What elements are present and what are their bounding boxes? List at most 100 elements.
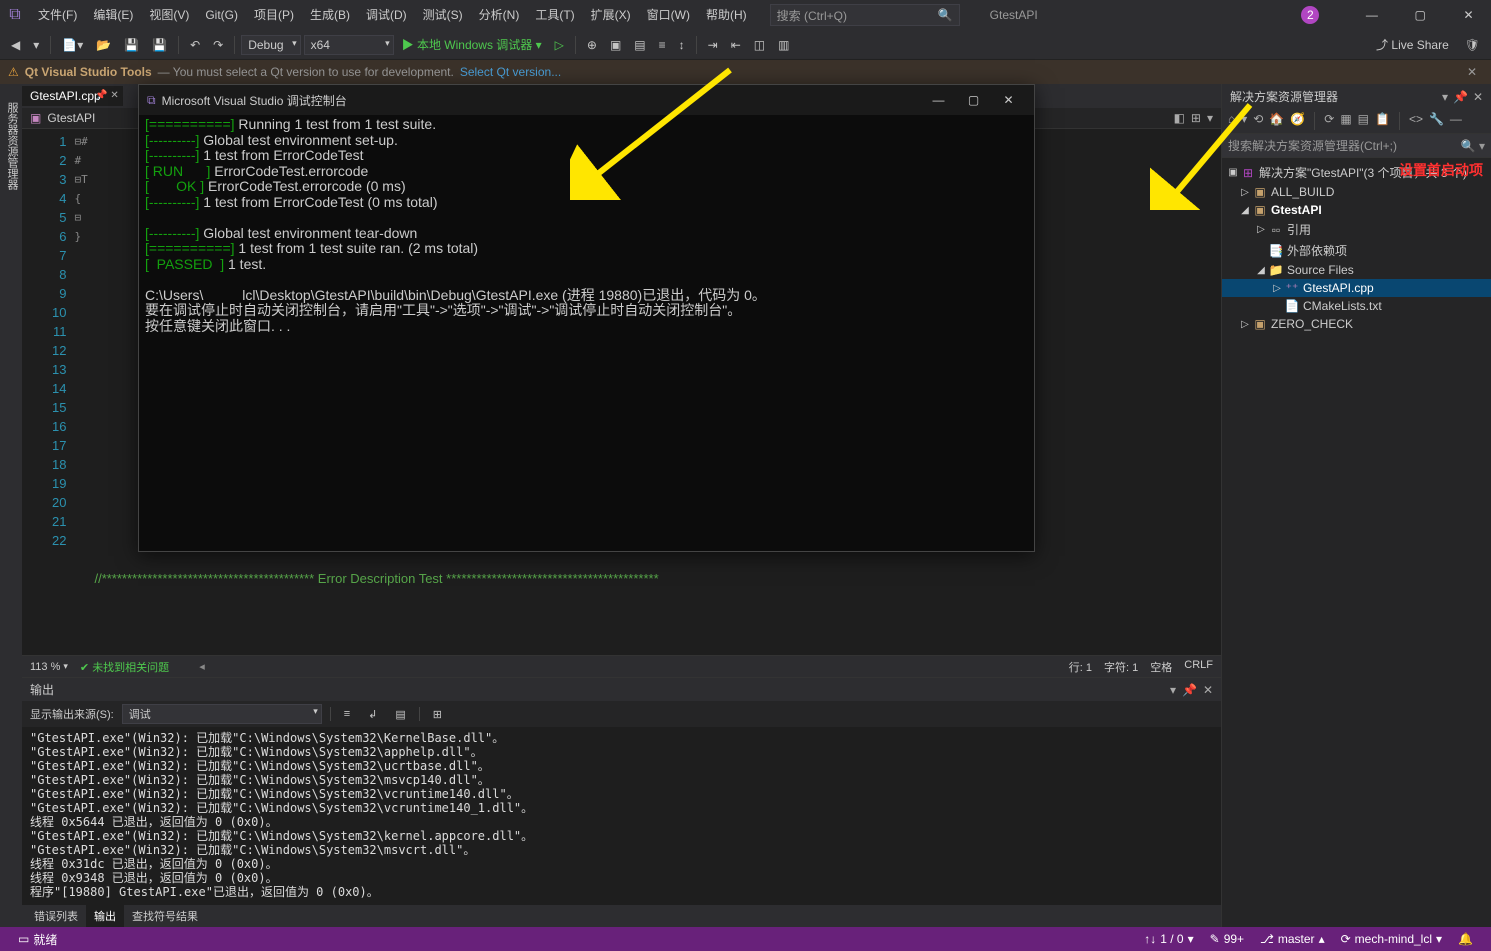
- menu-生成b[interactable]: 生成(B): [302, 0, 358, 30]
- sb-changes[interactable]: ✎ 99+: [1202, 932, 1252, 946]
- tree-references[interactable]: ▷▫▫ 引用: [1222, 219, 1491, 240]
- tb-icon-1[interactable]: ⊕: [582, 35, 602, 55]
- admin-icon[interactable]: 🛡: [1460, 35, 1485, 55]
- close-button[interactable]: ✕: [1446, 0, 1491, 30]
- solution-explorer-search[interactable]: 搜索解决方案资源管理器(Ctrl+;) 🔍 ▾: [1222, 134, 1491, 158]
- save-button[interactable]: 💾: [119, 35, 144, 55]
- tree-source-files[interactable]: ◢📁 Source Files: [1222, 261, 1491, 279]
- se-close-icon[interactable]: ✕: [1473, 90, 1483, 104]
- output-wrap-icon[interactable]: ↲: [363, 705, 382, 724]
- tab-errorlist[interactable]: 错误列表: [26, 905, 86, 927]
- console-maximize[interactable]: ▢: [956, 85, 991, 115]
- tree-project-allbuild[interactable]: ▷▣ ALL_BUILD: [1222, 183, 1491, 201]
- console-close[interactable]: ✕: [991, 85, 1026, 115]
- pin-icon[interactable]: 📌 ✕: [95, 90, 119, 101]
- se-code-icon[interactable]: <>: [1409, 112, 1423, 130]
- se-scope-icon[interactable]: 🏠: [1269, 112, 1284, 130]
- output-clear-icon[interactable]: ≡: [339, 705, 355, 723]
- se-more-icon[interactable]: —: [1450, 112, 1462, 130]
- no-issues-label[interactable]: ✔ 未找到相关问题: [80, 659, 169, 675]
- menu-文件f[interactable]: 文件(F): [30, 0, 85, 30]
- tb-icon-4[interactable]: ≡: [654, 35, 671, 55]
- qt-close-button[interactable]: ✕: [1461, 65, 1483, 79]
- se-filter-icon[interactable]: 🧭: [1290, 112, 1305, 130]
- tb-icon-6[interactable]: ⇥: [703, 35, 723, 55]
- output-save-icon[interactable]: ▤: [390, 705, 410, 724]
- toolbox-tab[interactable]: 工具箱: [0, 94, 2, 927]
- undo-button[interactable]: ↶: [185, 35, 205, 55]
- open-button[interactable]: 📂: [91, 35, 116, 55]
- menu-编辑e[interactable]: 编辑(E): [85, 0, 141, 30]
- nav-project[interactable]: GtestAPI: [47, 111, 95, 125]
- nav-fwd-button[interactable]: ▾: [28, 35, 44, 55]
- output-body[interactable]: "GtestAPI.exe"(Win32): 已加载"C:\Windows\Sy…: [22, 727, 1221, 905]
- output-dropdown-icon[interactable]: ▾: [1170, 683, 1176, 697]
- output-pin-icon[interactable]: 📌: [1182, 683, 1197, 697]
- menu-扩展x[interactable]: 扩展(X): [583, 0, 639, 30]
- tb-icon-8[interactable]: ◫: [749, 35, 770, 55]
- minimize-button[interactable]: —: [1349, 0, 1394, 30]
- menu-帮助h[interactable]: 帮助(H): [698, 0, 755, 30]
- menu-窗口w[interactable]: 窗口(W): [639, 0, 698, 30]
- search-placeholder: 搜索 (Ctrl+Q): [777, 7, 847, 24]
- tree-file-cmakelists[interactable]: 📄 CMakeLists.txt: [1222, 297, 1491, 315]
- menu-测试s[interactable]: 测试(S): [415, 0, 471, 30]
- console-titlebar[interactable]: ⧉ Microsoft Visual Studio 调试控制台 — ▢ ✕: [139, 85, 1034, 115]
- console-body[interactable]: [==========] Running 1 test from 1 test …: [139, 115, 1034, 551]
- se-sync-icon[interactable]: ⟳: [1324, 112, 1334, 130]
- sb-updown[interactable]: ↑↓ 1 / 0 ▾: [1136, 932, 1201, 946]
- console-minimize[interactable]: —: [921, 85, 956, 115]
- tb-icon-5[interactable]: ↕: [674, 35, 690, 55]
- doc-dropdown-icon[interactable]: ▾: [1207, 111, 1213, 125]
- tab-findsymbol[interactable]: 查找符号结果: [124, 905, 206, 927]
- tree-project-gtestapi[interactable]: ◢▣ GtestAPI: [1222, 201, 1491, 219]
- platform-dropdown[interactable]: x64: [304, 35, 394, 55]
- tree-file-gtestapi-cpp[interactable]: ▷⁺⁺ GtestAPI.cpp: [1222, 279, 1491, 297]
- tb-icon-7[interactable]: ⇤: [726, 35, 746, 55]
- menu-gitg[interactable]: Git(G): [197, 0, 246, 30]
- nav-back-button[interactable]: ◀: [6, 35, 25, 55]
- output-source-dropdown[interactable]: 调试: [122, 704, 322, 724]
- start-without-debug-button[interactable]: ▷: [550, 35, 569, 55]
- notification-badge[interactable]: 2: [1301, 6, 1319, 24]
- sb-user[interactable]: ⟳ mech-mind_lcl ▾: [1333, 932, 1450, 946]
- se-wrench-icon[interactable]: 🔧: [1429, 112, 1444, 130]
- save-all-button[interactable]: 💾: [147, 35, 172, 55]
- config-dropdown[interactable]: Debug: [241, 35, 300, 55]
- maximize-button[interactable]: ▢: [1398, 0, 1443, 30]
- menu-工具t[interactable]: 工具(T): [527, 0, 582, 30]
- sb-bell-icon[interactable]: 🔔: [1450, 932, 1481, 946]
- document-tab-gtestapi[interactable]: GtestAPI.cpp 📌 ✕: [22, 86, 123, 106]
- tb-icon-9[interactable]: ▥: [773, 35, 794, 55]
- tb-icon-3[interactable]: ▤: [629, 35, 650, 55]
- se-collapse-icon[interactable]: ▤: [1358, 112, 1369, 130]
- new-button[interactable]: 📄▾: [57, 35, 88, 55]
- search-box[interactable]: 搜索 (Ctrl+Q) 🔍: [770, 4, 960, 26]
- menu-调试d[interactable]: 调试(D): [358, 0, 415, 30]
- se-pin-icon[interactable]: 📌: [1453, 90, 1468, 104]
- doc-expand-icon[interactable]: ⊞: [1191, 111, 1201, 125]
- tree-external-deps[interactable]: 📑 外部依赖项: [1222, 240, 1491, 261]
- se-back-icon[interactable]: ⟲: [1253, 112, 1263, 130]
- server-explorer-tab[interactable]: 服务器资源管理器: [2, 94, 22, 927]
- qt-select-version-link[interactable]: Select Qt version...: [460, 65, 561, 79]
- output-close-icon[interactable]: ✕: [1203, 683, 1213, 697]
- zoom-level[interactable]: 113 %: [30, 661, 60, 673]
- redo-button[interactable]: ↷: [208, 35, 228, 55]
- tree-project-zerocheck[interactable]: ▷▣ ZERO_CHECK: [1222, 315, 1491, 333]
- se-dropdown-icon[interactable]: ▾: [1442, 90, 1448, 104]
- sb-branch[interactable]: ⎇ master ▴: [1252, 932, 1333, 946]
- tab-output[interactable]: 输出: [86, 905, 124, 927]
- tb-icon-2[interactable]: ▣: [605, 35, 626, 55]
- menu-分析n[interactable]: 分析(N): [471, 0, 528, 30]
- se-show-all-icon[interactable]: ▦: [1340, 112, 1351, 130]
- tree-solution-root[interactable]: ▣⊞ 解决方案"GtestAPI"(3 个项目，共 3 个): [1222, 162, 1491, 183]
- output-extra-icon[interactable]: ⊞: [428, 705, 447, 724]
- se-props-icon[interactable]: 📋: [1375, 112, 1390, 130]
- start-debug-button[interactable]: ▶ 本地 Windows 调试器 ▾: [397, 33, 547, 56]
- menu-项目p[interactable]: 项目(P): [246, 0, 302, 30]
- se-home-icon[interactable]: ⌂: [1228, 112, 1235, 130]
- doc-split-icon[interactable]: ◧: [1174, 111, 1185, 125]
- menu-视图v[interactable]: 视图(V): [141, 0, 197, 30]
- live-share-button[interactable]: ⤴ Live Share: [1368, 36, 1457, 53]
